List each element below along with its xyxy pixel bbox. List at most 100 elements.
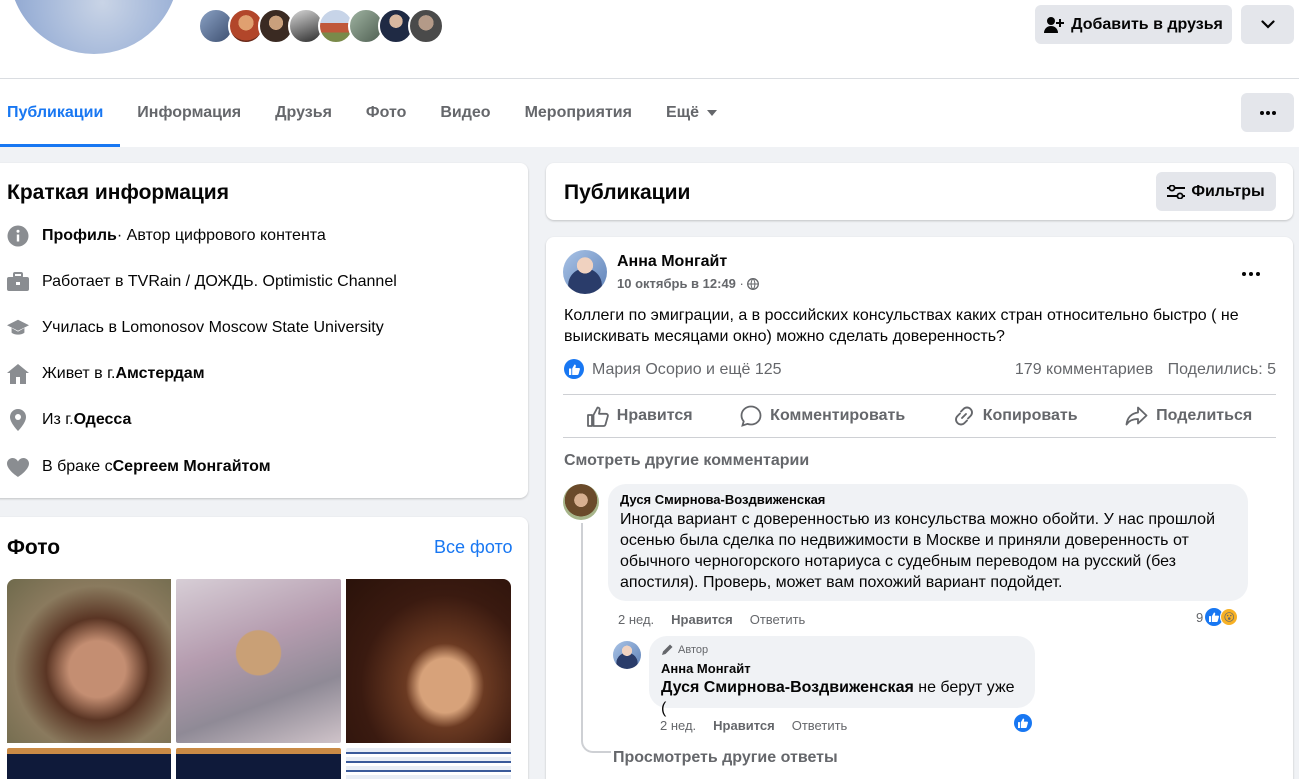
intro-from: Из г. Одесса — [7, 409, 131, 431]
thread-line — [581, 523, 611, 753]
all-photos-link[interactable]: Все фото — [434, 537, 513, 558]
comment-bubble-icon — [740, 405, 762, 427]
more-dots-icon — [1259, 110, 1276, 115]
photo-thumbnail[interactable] — [346, 748, 511, 779]
photos-card: Фото Все фото — [0, 517, 528, 779]
post-date[interactable]: 10 октябрь в 12:49 — [617, 276, 736, 291]
intro-card: Краткая информация Профиль · Автор цифро… — [0, 163, 528, 498]
mutual-friends-avatars[interactable] — [198, 8, 444, 44]
comment-meta: 2 нед. Нравится Ответить — [618, 612, 822, 627]
add-friend-button[interactable]: Добавить в друзья — [1035, 5, 1232, 44]
reply-reactions[interactable] — [1014, 714, 1032, 732]
heart-icon — [7, 456, 29, 478]
comment-text: Иногда вариант с доверенностью из консул… — [620, 511, 1216, 591]
publications-title: Публикации — [564, 181, 691, 204]
intro-education: Училась в Lomonosov Moscow State Univers… — [7, 317, 384, 339]
author-badge: Автор — [661, 643, 1023, 656]
intro-work: Работает в TVRain / ДОЖДЬ. Optimistic Ch… — [7, 271, 397, 293]
mention-link[interactable]: Дуся Смирнова-Воздвиженская — [661, 679, 914, 696]
see-more-comments-link[interactable]: Смотреть другие комментарии — [564, 452, 809, 470]
location-pin-icon — [7, 409, 29, 431]
intro-title: Краткая информация — [7, 181, 229, 204]
comment-time[interactable]: 2 нед. — [618, 612, 654, 627]
profile-tabs: Публикации Информация Друзья Фото Видео … — [0, 79, 734, 147]
copy-button[interactable]: Копировать — [953, 405, 1078, 427]
globe-icon — [747, 277, 760, 290]
post-author-avatar[interactable] — [563, 250, 607, 294]
photo-thumbnail[interactable] — [176, 748, 341, 779]
post-options-button[interactable] — [1242, 259, 1260, 282]
profile-options-dropdown[interactable] — [1241, 5, 1294, 44]
home-icon — [7, 363, 29, 385]
tab-videos[interactable]: Видео — [423, 79, 507, 147]
share-button[interactable]: Поделиться — [1125, 406, 1252, 426]
like-reaction-icon — [1014, 714, 1032, 732]
reply-author-avatar[interactable] — [613, 641, 641, 669]
briefcase-icon — [7, 271, 29, 293]
link-icon — [954, 406, 973, 426]
spouse-link[interactable]: Сергеем Монгайтом — [113, 458, 271, 476]
add-friend-label: Добавить в друзья — [1071, 15, 1223, 33]
wow-reaction-icon: 😮 — [1220, 608, 1239, 626]
comments-count-link[interactable]: 179 комментариев — [1015, 361, 1153, 378]
comment-button[interactable]: Комментировать — [740, 405, 905, 427]
graduation-cap-icon — [7, 317, 29, 339]
more-options-button[interactable] — [1241, 93, 1294, 132]
profile-header: Добавить в друзья Публикации Информация … — [0, 0, 1299, 147]
comment-like-button[interactable]: Нравится — [671, 612, 733, 627]
reply-like-button[interactable]: Нравится — [713, 718, 775, 733]
photo-thumbnail[interactable] — [7, 579, 171, 743]
post-card: Анна Монгайт 10 октябрь в 12:49 · Коллег… — [546, 237, 1293, 779]
tab-events[interactable]: Мероприятия — [508, 79, 649, 147]
reply-reply-button[interactable]: Ответить — [792, 718, 848, 733]
lives-city-link[interactable]: Амстердам — [115, 365, 204, 383]
more-replies-link[interactable]: Просмотреть другие ответы — [613, 749, 838, 767]
filters-label: Фильтры — [1191, 182, 1265, 200]
friend-avatar-more[interactable] — [408, 8, 444, 44]
photos-title: Фото — [7, 536, 61, 559]
post-actions-bar: Нравится Комментировать Копировать Подел… — [563, 394, 1276, 438]
tab-info[interactable]: Информация — [120, 79, 258, 147]
intro-lives: Живет в г. Амстердам — [7, 363, 205, 385]
photo-thumbnail[interactable] — [7, 748, 171, 779]
comment-bubble: Дуся Смирнова-Воздвиженская Иногда вариа… — [608, 484, 1248, 601]
filters-button[interactable]: Фильтры — [1156, 172, 1276, 211]
pen-icon — [662, 644, 673, 655]
photo-thumbnail[interactable] — [176, 579, 341, 743]
like-button[interactable]: Нравится — [586, 406, 693, 427]
publications-header-card: Публикации Фильтры — [546, 163, 1293, 220]
reply-text: Дуся Смирнова-Воздвиженская не берут уже… — [661, 679, 1015, 717]
tab-publications[interactable]: Публикации — [0, 79, 121, 147]
tab-more[interactable]: Ещё — [649, 79, 734, 147]
reply-time[interactable]: 2 нед. — [660, 718, 696, 733]
reply-meta: 2 нед. Нравится Ответить — [660, 718, 864, 733]
reply-author-name[interactable]: Анна Монгайт — [661, 661, 1023, 676]
share-arrow-icon — [1125, 406, 1148, 426]
commenter-avatar[interactable] — [563, 484, 599, 520]
intro-relationship: В браке с Сергеем Монгайтом — [7, 456, 271, 478]
photo-thumbnail[interactable] — [346, 579, 511, 743]
thumbs-up-icon — [586, 406, 609, 427]
like-reaction-icon[interactable] — [564, 359, 584, 379]
comment-reply-button[interactable]: Ответить — [750, 612, 806, 627]
post-reactions-summary: Мария Осорио и ещё 125 179 комментариев … — [564, 359, 1276, 383]
shares-count-link[interactable]: Поделились: 5 — [1168, 361, 1276, 378]
post-meta: 10 октябрь в 12:49 · — [617, 276, 760, 291]
post-text: Коллеги по эмиграции, а в российских кон… — [564, 307, 1239, 345]
more-dots-icon — [1242, 272, 1260, 276]
reactors-link[interactable]: Мария Осорио и ещё 125 — [592, 361, 782, 379]
caret-down-icon — [707, 110, 718, 116]
reply-bubble: Автор Анна Монгайт Дуся Смирнова-Воздвиж… — [649, 636, 1035, 717]
tab-friends[interactable]: Друзья — [258, 79, 349, 147]
post-author-name[interactable]: Анна Монгайт — [617, 253, 727, 271]
profile-avatar[interactable] — [5, 0, 183, 58]
tab-photos[interactable]: Фото — [349, 79, 423, 147]
filter-sliders-icon — [1167, 184, 1186, 199]
comment-reactions[interactable]: 9 😮 — [1196, 608, 1239, 626]
add-friend-icon — [1044, 16, 1065, 33]
info-icon — [7, 225, 29, 247]
chevron-down-icon — [1260, 20, 1275, 29]
post-counts: 179 комментариев Поделились: 5 — [1005, 361, 1276, 379]
commenter-name[interactable]: Дуся Смирнова-Воздвиженская — [620, 492, 1236, 507]
from-city-link[interactable]: Одесса — [74, 411, 132, 429]
